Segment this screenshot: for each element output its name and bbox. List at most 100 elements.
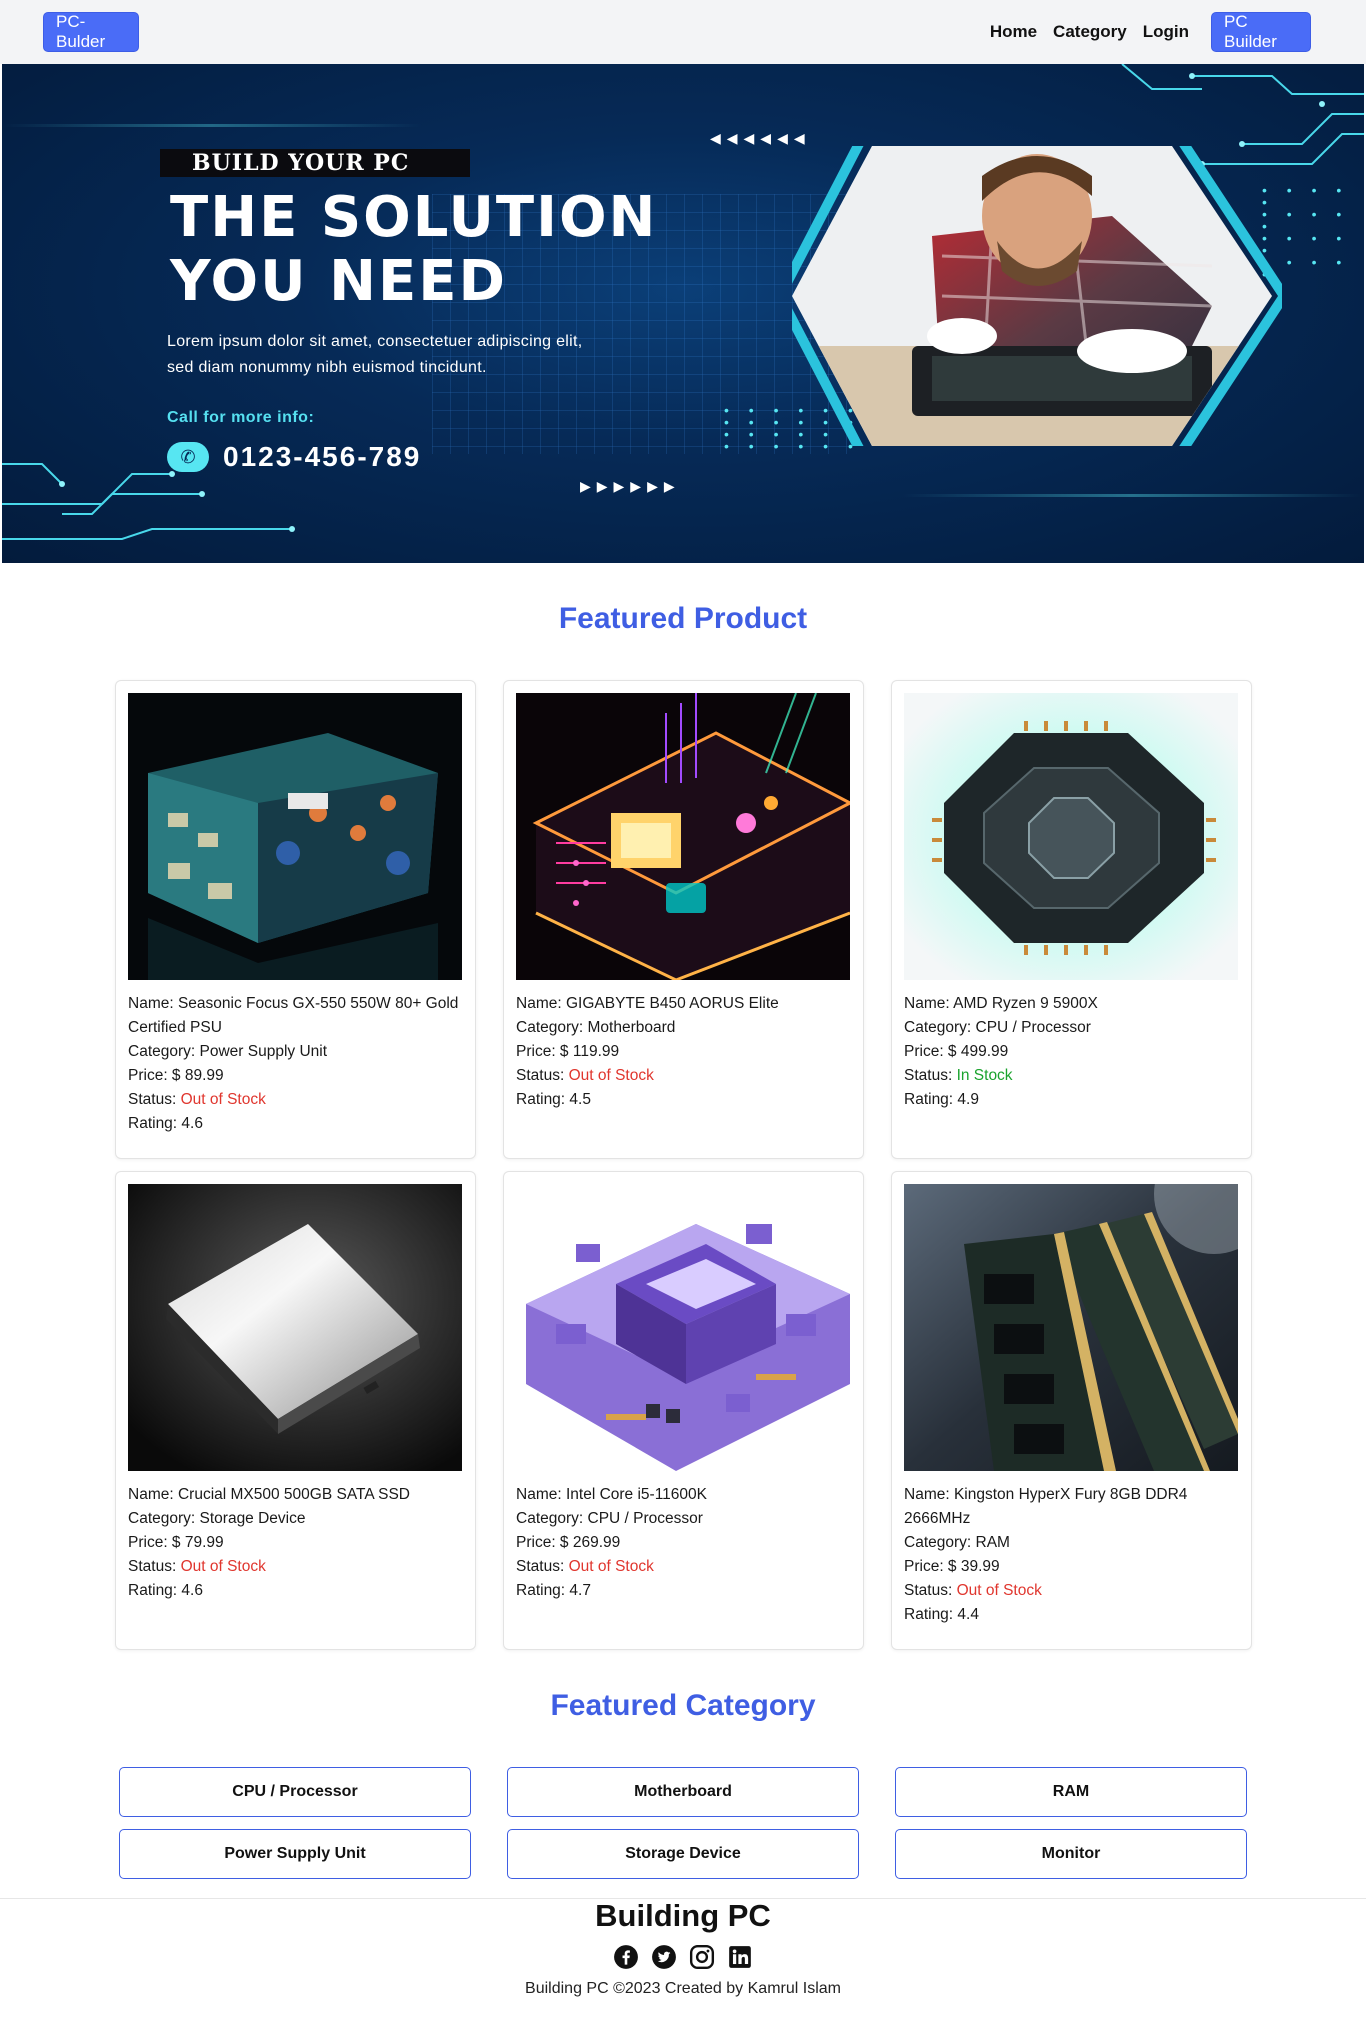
product-status: Status: Out of Stock [516, 1064, 851, 1088]
rating-label: Rating: [128, 1115, 182, 1132]
phone-icon: ✆ [167, 442, 209, 472]
product-name: Name: GIGABYTE B450 AORUS Elite [516, 992, 851, 1016]
product-rating-value: 4.6 [181, 1582, 203, 1599]
product-category-value: CPU / Processor [587, 1510, 703, 1527]
hero-title: THE SOLUTION YOU NEED [170, 186, 657, 314]
product-name: Name: Intel Core i5-11600K [516, 1483, 851, 1507]
product-rating-value: 4.5 [569, 1091, 591, 1108]
product-name-value: GIGABYTE B450 AORUS Elite [565, 995, 779, 1012]
hero-title-line1: THE SOLUTION [170, 185, 658, 250]
status-label: Status: [904, 1067, 957, 1084]
category-label: Category: [904, 1019, 976, 1036]
product-category-value: CPU / Processor [975, 1019, 1091, 1036]
nav-link-category[interactable]: Category [1053, 22, 1127, 42]
product-category: Category: Power Supply Unit [128, 1040, 463, 1064]
nav-links: Home Category Login [990, 22, 1189, 42]
pc-builder-button[interactable]: PC Builder [1211, 12, 1311, 52]
brand-button[interactable]: PC-Bulder [43, 12, 139, 52]
product-price: Price: $ 119.99 [516, 1040, 851, 1064]
product-rating: Rating: 4.9 [904, 1088, 1239, 1112]
category-button-psu[interactable]: Power Supply Unit [119, 1829, 471, 1879]
category-label: Category: [516, 1019, 588, 1036]
product-status-value: In Stock [956, 1067, 1013, 1084]
product-name-value: AMD Ryzen 9 5900X [953, 995, 1098, 1012]
nav-link-login[interactable]: Login [1143, 22, 1189, 42]
footer-copyright: Building PC ©2023 Created by Kamrul Isla… [525, 1980, 841, 1997]
status-label: Status: [128, 1558, 181, 1575]
category-label: Category: [516, 1510, 588, 1527]
product-rating-value: 4.9 [957, 1091, 979, 1108]
twitter-icon[interactable] [651, 1944, 677, 1970]
product-name-value: Crucial MX500 500GB SATA SSD [177, 1486, 410, 1503]
rating-label: Rating: [516, 1582, 570, 1599]
nav-link-home[interactable]: Home [990, 22, 1037, 42]
product-price: Price: $ 79.99 [128, 1531, 463, 1555]
hero-banner: BUILD YOUR PC THE SOLUTION YOU NEED Lore… [2, 64, 1364, 563]
product-status-value: Out of Stock [568, 1558, 654, 1575]
light-streak [2, 124, 422, 127]
name-label: Name: [904, 995, 954, 1012]
product-category: Category: Motherboard [516, 1016, 851, 1040]
product-card[interactable]: Name: GIGABYTE B450 AORUS Elite Category… [503, 680, 864, 1159]
product-name-value: Seasonic Focus GX-550 550W 80+ Gold Cert… [128, 995, 459, 1036]
product-info: Name: Seasonic Focus GX-550 550W 80+ Gol… [128, 992, 463, 1136]
product-card[interactable]: Name: Seasonic Focus GX-550 550W 80+ Gol… [115, 680, 476, 1159]
product-name: Name: AMD Ryzen 9 5900X [904, 992, 1239, 1016]
product-name: Name: Seasonic Focus GX-550 550W 80+ Gol… [128, 992, 463, 1040]
status-label: Status: [516, 1558, 569, 1575]
product-status-value: Out of Stock [956, 1582, 1042, 1599]
hero-title-line2: YOU NEED [170, 249, 507, 314]
linkedin-icon[interactable] [727, 1944, 753, 1970]
phone-number: 0123-456-789 [223, 441, 422, 472]
product-price: Price: $ 499.99 [904, 1040, 1239, 1064]
status-label: Status: [128, 1091, 181, 1108]
product-status: Status: Out of Stock [516, 1555, 851, 1579]
social-links [0, 1944, 1366, 1970]
price-label: Price: $ [516, 1534, 573, 1551]
price-label: Price: $ [128, 1534, 185, 1551]
category-label: Category: [128, 1043, 200, 1060]
product-price: Price: $ 39.99 [904, 1555, 1239, 1579]
hero-description: Lorem ipsum dolor sit amet, consectetuer… [167, 329, 747, 381]
product-status: Status: Out of Stock [904, 1579, 1239, 1603]
product-card[interactable]: Name: AMD Ryzen 9 5900X Category: CPU / … [891, 680, 1252, 1159]
cpu-image [904, 693, 1238, 980]
price-label: Price: $ [516, 1043, 573, 1060]
product-rating: Rating: 4.6 [128, 1579, 463, 1603]
category-button-motherboard[interactable]: Motherboard [507, 1767, 859, 1817]
product-price-value: 269.99 [572, 1534, 621, 1551]
category-button-storage[interactable]: Storage Device [507, 1829, 859, 1879]
category-button-ram[interactable]: RAM [895, 1767, 1247, 1817]
facebook-icon[interactable] [613, 1944, 639, 1970]
product-info: Name: AMD Ryzen 9 5900X Category: CPU / … [904, 992, 1239, 1112]
product-rating: Rating: 4.7 [516, 1579, 851, 1603]
cpu-image [516, 1184, 850, 1471]
motherboard-image [516, 693, 850, 980]
product-price-value: 79.99 [184, 1534, 224, 1551]
product-category: Category: Storage Device [128, 1507, 463, 1531]
product-price-value: 89.99 [184, 1067, 224, 1084]
ram-image [904, 1184, 1238, 1471]
product-price-value: 499.99 [960, 1043, 1009, 1060]
product-category: Category: RAM [904, 1531, 1239, 1555]
category-label: Category: [128, 1510, 200, 1527]
product-card[interactable]: Name: Crucial MX500 500GB SATA SSD Categ… [115, 1171, 476, 1650]
product-price: Price: $ 269.99 [516, 1531, 851, 1555]
name-label: Name: [128, 995, 178, 1012]
category-button-monitor[interactable]: Monitor [895, 1829, 1247, 1879]
hero-desc-line2: sed diam nonummy nibh euismod tincidunt. [167, 359, 487, 376]
featured-product-title: Featured Product [558, 602, 808, 635]
instagram-icon[interactable] [689, 1944, 715, 1970]
rating-label: Rating: [516, 1091, 570, 1108]
product-status: Status: Out of Stock [128, 1088, 463, 1112]
product-rating-value: 4.7 [569, 1582, 591, 1599]
category-button-cpu[interactable]: CPU / Processor [119, 1767, 471, 1817]
product-rating: Rating: 4.6 [128, 1112, 463, 1136]
product-card[interactable]: Name: Kingston HyperX Fury 8GB DDR4 2666… [891, 1171, 1252, 1650]
nav-right: Home Category Login PC Builder [990, 12, 1311, 52]
product-card[interactable]: Name: Intel Core i5-11600K Category: CPU… [503, 1171, 864, 1650]
product-category-value: RAM [975, 1534, 1010, 1551]
product-status-value: Out of Stock [568, 1067, 654, 1084]
status-label: Status: [904, 1582, 957, 1599]
product-info: Name: Intel Core i5-11600K Category: CPU… [516, 1483, 851, 1603]
